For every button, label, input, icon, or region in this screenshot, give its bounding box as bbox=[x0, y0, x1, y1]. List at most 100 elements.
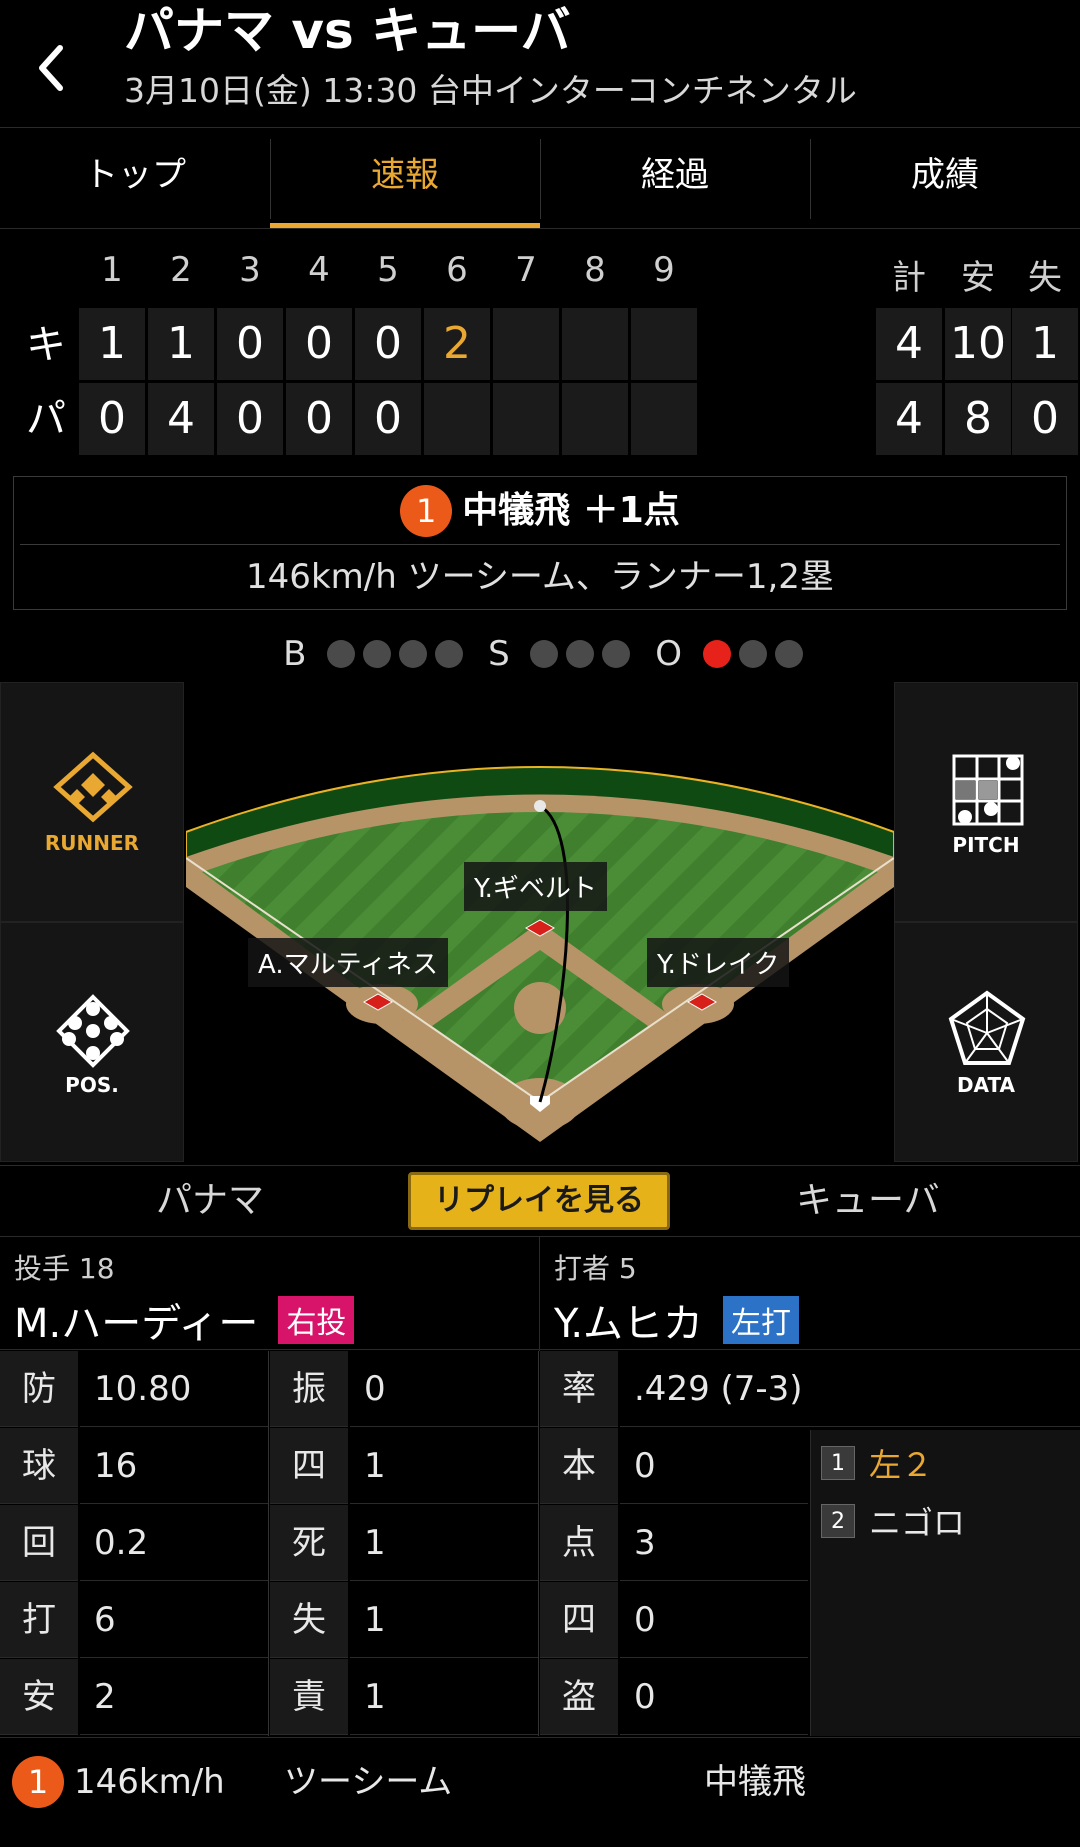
stat-key: 球 bbox=[0, 1428, 78, 1504]
fielder-label-cf: Y.ギベルト bbox=[464, 862, 607, 911]
stat-value: 6 bbox=[80, 1582, 268, 1658]
at-bat-item: 2 ニゴロ bbox=[821, 1498, 965, 1550]
inning-header: 9 bbox=[653, 250, 675, 290]
stat-value: 0 bbox=[620, 1582, 808, 1658]
out-dot bbox=[774, 639, 803, 668]
stat-value: 1 bbox=[350, 1659, 538, 1735]
pitch-caption: PITCH bbox=[952, 833, 1020, 857]
score-cell-current: 2 bbox=[424, 308, 490, 380]
stat-key: 回 bbox=[0, 1505, 78, 1581]
data-button[interactable]: DATA bbox=[894, 922, 1078, 1162]
at-bat-history: 1 左２ 2 ニゴロ bbox=[810, 1430, 1080, 1736]
fielder-label-lf: A.マルティネス bbox=[248, 938, 449, 987]
pitcher-name: M.ハーディー bbox=[14, 1301, 259, 1347]
position-button[interactable]: POS. bbox=[0, 922, 184, 1162]
stat-value: 10.80 bbox=[80, 1351, 268, 1427]
tab-live[interactable]: 速報 bbox=[270, 129, 540, 228]
inning-header: 7 bbox=[515, 250, 537, 290]
pitch-button[interactable]: PITCH bbox=[894, 682, 1078, 922]
stat-value: .429 (7-3) bbox=[620, 1351, 1080, 1427]
pitch-number-badge: 1 bbox=[12, 1756, 64, 1808]
inning-header: 1 bbox=[101, 250, 123, 290]
score-cell: 4 bbox=[148, 383, 214, 455]
play-number-badge: 1 bbox=[400, 484, 453, 537]
stat-value: 1 bbox=[350, 1428, 538, 1504]
positions-icon bbox=[56, 994, 130, 1068]
at-bat-result: ニゴロ bbox=[869, 1504, 966, 1542]
team-panama-button[interactable]: パナマ bbox=[156, 1166, 264, 1236]
scoreboard: 1 2 3 4 5 6 7 8 9 計 安 失 キ 1 1 0 0 0 2 4 … bbox=[0, 240, 1080, 460]
score-cell: 1 bbox=[148, 308, 214, 380]
score-cell: 0 bbox=[217, 308, 283, 380]
tab-top[interactable]: トップ bbox=[0, 129, 270, 228]
replay-button[interactable]: リプレイを見る bbox=[408, 1172, 670, 1230]
stat-key: 四 bbox=[540, 1582, 618, 1658]
baseball-field: Y.ギベルト A.マルティネス Y.ドレイク bbox=[186, 682, 894, 1162]
runner-caption: RUNNER bbox=[44, 831, 140, 855]
play-title: 中犠飛 ＋1点 bbox=[462, 490, 680, 531]
total-runs: 4 bbox=[876, 308, 942, 380]
stat-key: 責 bbox=[270, 1659, 348, 1735]
stat-key: 死 bbox=[270, 1505, 348, 1581]
stat-key: 安 bbox=[0, 1659, 78, 1735]
inning-header: 3 bbox=[239, 250, 261, 290]
pitch-grid-icon bbox=[952, 754, 1024, 826]
stat-value: 0.2 bbox=[80, 1505, 268, 1581]
pitcher-hand-badge: 右投 bbox=[278, 1296, 355, 1344]
team-abbr-cuba: キ bbox=[26, 322, 66, 368]
stat-value: 1 bbox=[350, 1582, 538, 1658]
score-cell bbox=[424, 383, 490, 455]
runner-button[interactable]: RUNNER bbox=[0, 682, 184, 922]
ball-label: B bbox=[283, 633, 307, 674]
ball-dot bbox=[327, 639, 356, 668]
inning-header: 4 bbox=[308, 250, 330, 290]
pitch-speed: 146km/h bbox=[74, 1762, 225, 1802]
at-bat-number: 1 bbox=[821, 1446, 855, 1480]
play-detail: 146km/h ツーシーム、ランナー1,2塁 bbox=[246, 557, 834, 597]
stat-value: 1 bbox=[350, 1505, 538, 1581]
out-dot bbox=[738, 639, 767, 668]
play-header: 1 中犠飛 ＋1点 bbox=[14, 477, 1066, 544]
score-cell: 0 bbox=[217, 383, 283, 455]
stat-value: 2 bbox=[80, 1659, 268, 1735]
total-header-hits: 安 bbox=[961, 258, 995, 298]
inning-header: 8 bbox=[584, 250, 606, 290]
tab-stats[interactable]: 成績 bbox=[810, 129, 1080, 228]
back-arrow-icon[interactable] bbox=[30, 38, 74, 98]
pitcher-name-row: M.ハーディー 右投 bbox=[14, 1291, 355, 1349]
batter-name-row: Y.ムヒカ 左打 bbox=[554, 1291, 800, 1349]
stat-key: 盗 bbox=[540, 1659, 618, 1735]
fielder-label-rf: Y.ドレイク bbox=[647, 938, 790, 987]
total-errors: 1 bbox=[1012, 308, 1078, 380]
stat-key: 振 bbox=[270, 1351, 348, 1427]
ball-dot bbox=[363, 639, 392, 668]
pitch-type: ツーシーム bbox=[284, 1762, 453, 1802]
team-abbr-panama: パ bbox=[26, 396, 66, 442]
at-bat-item: 1 左２ bbox=[821, 1440, 933, 1492]
stat-key: 点 bbox=[540, 1505, 618, 1581]
strike-dot bbox=[566, 639, 595, 668]
stat-key: 四 bbox=[270, 1428, 348, 1504]
score-cell: 0 bbox=[79, 383, 145, 455]
inning-header: 6 bbox=[446, 250, 468, 290]
game-subtitle: 3月10日(金) 13:30 台中インターコンチネンタル bbox=[124, 71, 857, 110]
total-errors: 0 bbox=[1012, 383, 1078, 455]
stat-key: 率 bbox=[540, 1351, 618, 1427]
tab-progress[interactable]: 経過 bbox=[540, 129, 810, 228]
game-title: パナマ vs キューバ bbox=[124, 2, 571, 60]
app-header: パナマ vs キューバ 3月10日(金) 13:30 台中インターコンチネンタル bbox=[0, 0, 1080, 128]
score-cell bbox=[562, 383, 628, 455]
stat-key: 失 bbox=[270, 1582, 348, 1658]
score-cell bbox=[631, 308, 697, 380]
pitch-log-row[interactable]: 1 146km/h ツーシーム 中犠飛 bbox=[0, 1737, 1080, 1825]
strike-dot bbox=[530, 639, 559, 668]
score-cell bbox=[562, 308, 628, 380]
stat-value: 0 bbox=[620, 1428, 808, 1504]
field-diagram bbox=[186, 766, 894, 1142]
radar-chart-icon bbox=[948, 990, 1026, 1065]
score-cell: 0 bbox=[286, 383, 352, 455]
team-cuba-button[interactable]: キューバ bbox=[796, 1166, 940, 1236]
out-label: O bbox=[655, 633, 683, 674]
play-summary: 1 中犠飛 ＋1点 146km/h ツーシーム、ランナー1,2塁 bbox=[13, 476, 1067, 610]
pos-caption: POS. bbox=[65, 1073, 119, 1097]
